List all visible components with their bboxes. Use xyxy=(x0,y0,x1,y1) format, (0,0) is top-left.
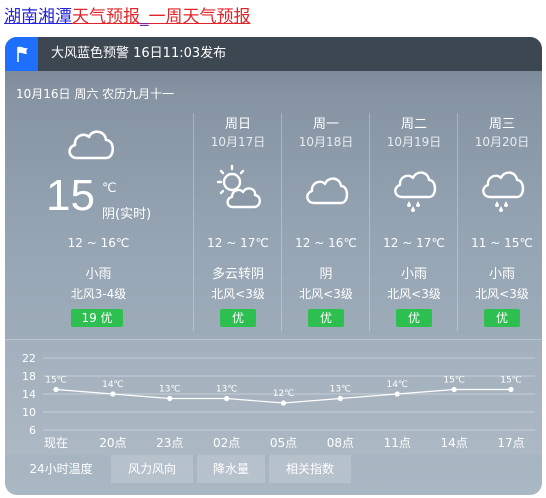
tab-precipitation[interactable]: 降水量 xyxy=(197,455,265,483)
forecast-weekday: 周三 xyxy=(488,117,515,132)
forecast-wind: 北风<3级 xyxy=(387,287,441,301)
temperature-unit: ℃ xyxy=(102,181,117,196)
forecast-temp-range: 11 ~ 15℃ xyxy=(471,236,533,250)
forecast-weekday: 周二 xyxy=(400,117,427,132)
x-tick-label: 14点 xyxy=(440,436,467,450)
today-temp-range: 12 ~ 16℃ xyxy=(67,236,130,250)
forecast-day-3[interactable]: 周二 10月19日 12 ~ 17℃ 小雨 北风<3级 优 xyxy=(369,113,458,331)
cloudy-icon xyxy=(63,123,117,167)
forecast-temp-range: 12 ~ 16℃ xyxy=(295,236,357,250)
x-tick-label: 现在 xyxy=(44,436,68,450)
forecast-date: 10月18日 xyxy=(298,135,354,149)
tab-related-index[interactable]: 相关指数 xyxy=(269,455,351,483)
y-tick-label: 10 xyxy=(22,406,36,419)
point-label: 15℃ xyxy=(443,376,465,386)
y-tick-label: 18 xyxy=(22,370,36,383)
city-link[interactable]: 湖南湘潭 xyxy=(4,7,72,27)
temperature-point xyxy=(337,395,343,402)
point-label: 12℃ xyxy=(273,389,295,399)
temperature-point xyxy=(508,386,514,393)
forecast-day-1[interactable]: 周日 10月17日 12 ~ 17℃ 多云转阴 北风<3级 优 xyxy=(193,113,282,331)
aqi-badge[interactable]: 优 xyxy=(308,309,344,327)
forecast-wind: 北风<3级 xyxy=(299,287,353,301)
light-rain-icon xyxy=(477,163,527,217)
point-label: 14℃ xyxy=(386,380,408,390)
temperature-point xyxy=(224,395,230,402)
x-tick-label: 05点 xyxy=(270,436,297,450)
point-label: 13℃ xyxy=(216,385,238,395)
temperature-point xyxy=(167,395,173,402)
forecast-condition: 阴 xyxy=(319,267,333,282)
today-date: 10月16日 周六 农历九月十一 xyxy=(16,87,175,101)
weather-alert-bar[interactable]: 大风蓝色预警 16日11:03发布 xyxy=(5,37,542,71)
aqi-badge[interactable]: 优 xyxy=(484,309,520,327)
y-tick-label: 14 xyxy=(22,388,36,401)
cloudy-icon xyxy=(301,163,351,217)
y-tick-label: 22 xyxy=(22,352,36,365)
point-label: 13℃ xyxy=(159,385,181,395)
light-rain-icon xyxy=(389,163,439,217)
flag-icon xyxy=(5,37,38,71)
forecast-weekday: 周一 xyxy=(312,117,339,132)
temperature-point xyxy=(110,391,116,397)
x-tick-label: 08点 xyxy=(327,436,354,450)
forecast-condition: 多云转阴 xyxy=(211,267,264,282)
point-label: 15℃ xyxy=(45,376,67,386)
temperature-point xyxy=(451,386,457,393)
forecast-date: 10月19日 xyxy=(386,135,442,149)
today-wind: 北风3-4级 xyxy=(70,287,127,301)
forecast-day-2[interactable]: 周一 10月18日 12 ~ 16℃ 阴 北风<3级 优 xyxy=(281,113,370,331)
hourly-temperature-chart: 22 18 14 10 6 15℃ 14℃ 13℃ 13℃ 12℃ 13℃ 14℃ 15℃ 15℃ 现在 20… xyxy=(5,339,542,455)
forecast-weekday: 周日 xyxy=(224,117,251,132)
forecast-date: 10月17日 xyxy=(210,135,266,149)
tab-24h-temperature[interactable]: 24小时温度 xyxy=(15,455,107,483)
aqi-badge[interactable]: 优 xyxy=(396,309,432,327)
forecast-day-4[interactable]: 周三 10月20日 11 ~ 15℃ 小雨 北风<3级 优 xyxy=(457,113,542,331)
today-weather: 小雨 xyxy=(85,267,112,282)
point-label: 15℃ xyxy=(500,376,522,386)
forecast-link[interactable]: 天气预报 xyxy=(72,7,140,27)
partly-cloudy-sun-icon xyxy=(213,163,263,217)
x-tick-label: 23点 xyxy=(156,436,183,450)
point-label: 13℃ xyxy=(330,385,352,395)
y-tick-label: 6 xyxy=(29,424,36,437)
temperature-point xyxy=(53,386,59,393)
aqi-badge[interactable]: 优 xyxy=(220,309,256,327)
forecast-temp-range: 12 ~ 17℃ xyxy=(383,236,445,250)
forecast-wind: 北风<3级 xyxy=(211,287,265,301)
forecast-condition: 小雨 xyxy=(400,267,427,282)
temperature-trend-svg: 22 18 14 10 6 15℃ 14℃ 13℃ 13℃ 12℃ 13℃ 14℃ 15℃ 15℃ 现在 20… xyxy=(22,352,535,450)
forecast-date: 10月20日 xyxy=(474,135,530,149)
current-temperature: 15 xyxy=(46,171,95,220)
temperature-point xyxy=(394,391,400,397)
alert-text: 大风蓝色预警 16日11:03发布 xyxy=(51,46,227,61)
point-label: 14℃ xyxy=(102,380,124,390)
x-tick-label: 17点 xyxy=(497,436,524,450)
x-tick-label: 20点 xyxy=(99,436,126,450)
forecast-condition: 小雨 xyxy=(488,267,515,282)
page-heading: 湖南湘潭天气预报_一周天气预报 xyxy=(4,6,251,28)
forecast-temp-range: 12 ~ 17℃ xyxy=(207,236,269,250)
aqi-badge[interactable]: 19 优 xyxy=(71,309,123,327)
today-panel: 15 ℃ 阴(实时) 12 ~ 16℃ 小雨 北风3-4级 19 优 xyxy=(5,113,192,331)
week-forecast-link[interactable]: 一周天气预报 xyxy=(149,7,251,27)
weather-widget: 大风蓝色预警 16日11:03发布 10月16日 周六 农历九月十一 15 ℃ … xyxy=(5,37,542,495)
tab-wind[interactable]: 风力风向 xyxy=(111,455,193,483)
forecast-wind: 北风<3级 xyxy=(475,287,529,301)
chart-tabs: 24小时温度 风力风向 降水量 相关指数 xyxy=(15,455,355,483)
title-separator: _ xyxy=(140,7,149,27)
temperature-point xyxy=(280,400,287,406)
x-tick-label: 11点 xyxy=(384,436,411,450)
x-tick-label: 02点 xyxy=(213,436,240,450)
current-condition: 阴(实时) xyxy=(102,207,152,222)
